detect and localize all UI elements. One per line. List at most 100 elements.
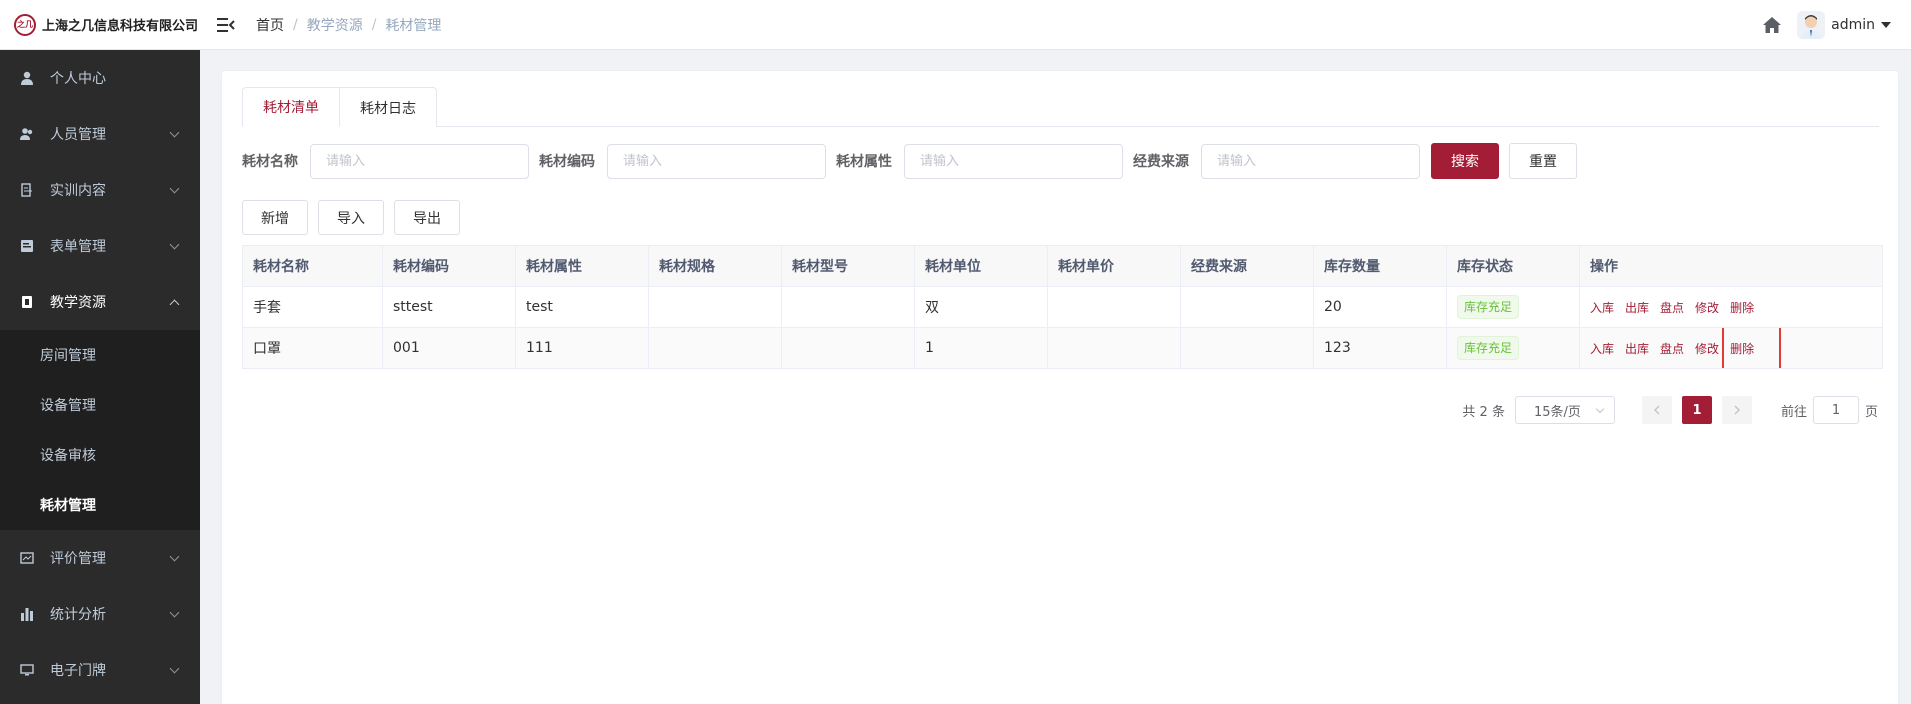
tabs: 耗材清单 耗材日志 bbox=[242, 87, 1879, 127]
inventory-check-link[interactable]: 盘点 bbox=[1660, 301, 1684, 315]
breadcrumb-separator: / bbox=[371, 16, 377, 33]
edit-link[interactable]: 修改 bbox=[1695, 342, 1719, 356]
breadcrumb-current: 耗材管理 bbox=[385, 17, 442, 34]
table-header-row: 耗材名称 耗材编码 耗材属性 耗材规格 耗材型号 耗材单位 耗材单价 经费来源 … bbox=[242, 245, 1883, 287]
sidebar-subitem-equipment[interactable]: 设备管理 bbox=[0, 380, 200, 430]
page-size-select[interactable]: 15条/页 bbox=[1514, 396, 1615, 424]
column-header: 库存状态 bbox=[1446, 245, 1580, 287]
sidebar-item-teaching-resources[interactable]: 教学资源 bbox=[0, 274, 200, 330]
chevron-down-icon bbox=[169, 663, 180, 674]
top-header: 之几 上海之几信息科技有限公司 首页 / 教学资源 / 耗材管理 admin bbox=[0, 0, 1911, 50]
prev-page-button[interactable] bbox=[1641, 396, 1672, 424]
edit-link[interactable]: 修改 bbox=[1695, 301, 1719, 315]
add-button[interactable]: 新增 bbox=[242, 200, 308, 235]
cell-operations: 入库 出库 盘点 修改 删除 bbox=[1579, 286, 1883, 328]
cell-price bbox=[1047, 286, 1181, 328]
page-size-value: 15条/页 bbox=[1533, 404, 1581, 420]
cell-unit: 双 bbox=[914, 286, 1048, 328]
consumable-code-input[interactable] bbox=[607, 143, 826, 179]
consumables-table: 耗材名称 耗材编码 耗材属性 耗材规格 耗材型号 耗材单位 耗材单价 经费来源 … bbox=[242, 245, 1883, 369]
stock-in-link[interactable]: 入库 bbox=[1590, 342, 1614, 356]
import-button[interactable]: 导入 bbox=[318, 200, 384, 235]
company-name: 上海之几信息科技有限公司 bbox=[42, 19, 199, 34]
cell-name: 口罩 bbox=[242, 327, 383, 369]
cell-model bbox=[781, 327, 915, 369]
caret-down-icon bbox=[1881, 22, 1891, 28]
sidebar-item-label: 个人中心 bbox=[50, 71, 106, 87]
home-icon[interactable] bbox=[1761, 14, 1783, 36]
user-menu[interactable]: admin bbox=[1797, 11, 1891, 39]
export-button[interactable]: 导出 bbox=[394, 200, 460, 235]
sidebar-subitem-equipment-review[interactable]: 设备审核 bbox=[0, 430, 200, 480]
pagination-total: 共 2 条 bbox=[1462, 404, 1505, 420]
cell-funding bbox=[1180, 286, 1314, 328]
search-button[interactable]: 搜索 bbox=[1431, 143, 1499, 179]
chevron-down-icon bbox=[169, 183, 180, 194]
cell-funding bbox=[1180, 327, 1314, 369]
logo: 之几 上海之几信息科技有限公司 bbox=[0, 0, 200, 50]
cell-spec bbox=[648, 327, 782, 369]
sidebar-item-statistics[interactable]: 统计分析 bbox=[0, 586, 200, 642]
inventory-check-link[interactable]: 盘点 bbox=[1660, 342, 1684, 356]
stock-out-link[interactable]: 出库 bbox=[1625, 342, 1649, 356]
column-header: 耗材型号 bbox=[781, 245, 915, 287]
cell-spec bbox=[648, 286, 782, 328]
breadcrumb-teaching-resources: 教学资源 bbox=[306, 17, 363, 34]
page-jump: 前往 页 bbox=[1781, 396, 1878, 424]
sidebar-item-personal-center[interactable]: 个人中心 bbox=[0, 50, 200, 106]
column-header: 耗材单位 bbox=[914, 245, 1048, 287]
next-page-button[interactable] bbox=[1721, 396, 1752, 424]
sidebar-item-label: 表单管理 bbox=[50, 239, 106, 255]
people-icon bbox=[20, 127, 34, 141]
user-icon bbox=[20, 71, 34, 85]
evaluation-icon bbox=[20, 551, 34, 565]
filter-bar: 耗材名称 耗材编码 耗材属性 经费来源 搜索 重置 bbox=[242, 143, 1577, 179]
chevron-down-icon bbox=[169, 607, 180, 618]
consumable-attribute-input[interactable] bbox=[904, 143, 1123, 179]
cell-code: sttest bbox=[382, 286, 516, 328]
sidebar-subitem-consumables[interactable]: 耗材管理 bbox=[0, 480, 200, 530]
filter-label-name: 耗材名称 bbox=[242, 154, 298, 170]
reset-button[interactable]: 重置 bbox=[1509, 143, 1577, 179]
column-header: 库存数量 bbox=[1313, 245, 1447, 287]
book-icon bbox=[20, 183, 34, 197]
breadcrumb-home[interactable]: 首页 bbox=[256, 15, 284, 35]
sidebar-subitem-rooms[interactable]: 房间管理 bbox=[0, 330, 200, 380]
sidebar-item-personnel[interactable]: 人员管理 bbox=[0, 106, 200, 162]
cell-attribute: 111 bbox=[515, 327, 649, 369]
filter-label-attribute: 耗材属性 bbox=[836, 154, 892, 170]
avatar bbox=[1797, 11, 1826, 39]
sidebar-item-e-doorplate[interactable]: 电子门牌 bbox=[0, 642, 200, 698]
tab-consumables-log[interactable]: 耗材日志 bbox=[340, 87, 437, 127]
header-right: admin bbox=[1761, 0, 1891, 50]
cell-status: 库存充足 bbox=[1446, 286, 1580, 328]
sidebar-item-forms[interactable]: 表单管理 bbox=[0, 218, 200, 274]
sidebar-item-evaluation[interactable]: 评价管理 bbox=[0, 530, 200, 586]
stock-out-link[interactable]: 出库 bbox=[1625, 301, 1649, 315]
consumable-name-input[interactable] bbox=[310, 143, 529, 179]
column-header: 耗材编码 bbox=[382, 245, 516, 287]
username: admin bbox=[1831, 17, 1875, 33]
filter-label-funding: 经费来源 bbox=[1133, 154, 1189, 170]
tab-consumables-list[interactable]: 耗材清单 bbox=[242, 87, 340, 127]
sidebar-item-label: 电子门牌 bbox=[50, 663, 106, 679]
goto-page-input[interactable] bbox=[1812, 396, 1859, 424]
delete-link[interactable]: 删除 bbox=[1730, 301, 1754, 315]
sidebar-item-label: 教学资源 bbox=[50, 295, 106, 311]
column-header: 经费来源 bbox=[1180, 245, 1314, 287]
table-row: 口罩 001 111 1 123 库存充足 入库 出库 盘点 修改 删除 bbox=[242, 327, 1883, 369]
chevron-down-icon bbox=[169, 239, 180, 250]
page-button-current[interactable]: 1 bbox=[1681, 396, 1712, 424]
cell-quantity: 20 bbox=[1313, 286, 1447, 328]
pagination: 共 2 条 15条/页 1 前往 页 bbox=[1462, 396, 1878, 424]
funding-source-input[interactable] bbox=[1201, 143, 1420, 179]
form-icon bbox=[20, 239, 34, 253]
action-bar: 新增 导入 导出 bbox=[242, 200, 460, 235]
stock-in-link[interactable]: 入库 bbox=[1590, 301, 1614, 315]
sidebar-item-training[interactable]: 实训内容 bbox=[0, 162, 200, 218]
cell-operations: 入库 出库 盘点 修改 删除 bbox=[1579, 327, 1883, 369]
delete-link-highlighted[interactable]: 删除 bbox=[1722, 328, 1782, 368]
column-header: 耗材属性 bbox=[515, 245, 649, 287]
hamburger-menu-icon[interactable] bbox=[214, 13, 238, 37]
column-header: 耗材规格 bbox=[648, 245, 782, 287]
